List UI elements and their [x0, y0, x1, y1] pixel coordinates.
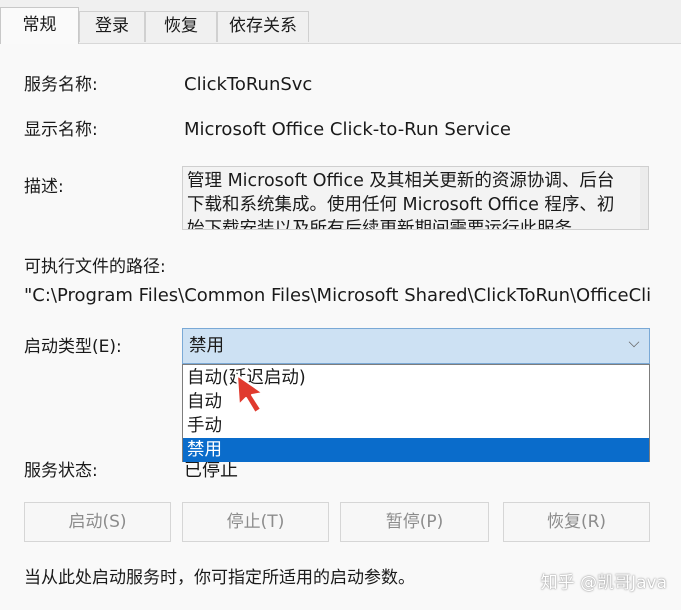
tab-dependencies[interactable]: 依存关系 — [217, 11, 309, 42]
startup-type-value: 禁用 — [189, 336, 224, 356]
service-name-label: 服务名称: — [24, 75, 98, 95]
service-status-label: 服务状态: — [24, 461, 98, 481]
tab-bar: 常规 登录 恢复 依存关系 — [0, 0, 681, 44]
description-box[interactable]: 管理 Microsoft Office 及其相关更新的资源协调、后台 下载和系统… — [182, 166, 649, 230]
tab-recovery[interactable]: 恢复 — [145, 11, 217, 42]
option-disabled[interactable]: 禁用 — [183, 438, 649, 462]
description-line: 管理 Microsoft Office 及其相关更新的资源协调、后台 — [187, 171, 615, 191]
path-label: 可执行文件的路径: — [24, 257, 166, 277]
stop-button[interactable]: 停止(T) — [182, 502, 329, 542]
startup-type-select[interactable]: 禁用 — [182, 328, 650, 364]
description-label: 描述: — [24, 177, 64, 197]
startup-type-label: 启动类型(E): — [24, 337, 122, 357]
start-parameters-note: 当从此处启动服务时，你可指定所适用的启动参数。 — [24, 568, 415, 588]
description-line: 下载和系统集成。使用任何 Microsoft Office 程序、初 — [187, 195, 615, 215]
path-value: "C:\Program Files\Common Files\Microsoft… — [24, 285, 652, 306]
service-name-value: ClickToRunSvc — [184, 74, 313, 95]
display-name-label: 显示名称: — [24, 120, 98, 140]
chevron-down-icon[interactable] — [628, 336, 640, 348]
pause-button[interactable]: 暂停(P) — [340, 502, 489, 542]
description-scrollbar[interactable] — [640, 167, 648, 229]
cursor-arrow-icon — [233, 373, 273, 421]
start-button[interactable]: 启动(S) — [24, 502, 171, 542]
watermark: 知乎 @凯哥Java — [540, 573, 667, 593]
resume-button[interactable]: 恢复(R) — [503, 502, 650, 542]
description-line: 始下载安装以及所有后续更新期间需要运行此服务 — [187, 219, 572, 230]
display-name-value: Microsoft Office Click-to-Run Service — [184, 119, 511, 140]
service-status-value: 已停止 — [184, 460, 238, 481]
tab-general[interactable]: 常规 — [0, 7, 79, 44]
tab-logon[interactable]: 登录 — [79, 11, 145, 42]
